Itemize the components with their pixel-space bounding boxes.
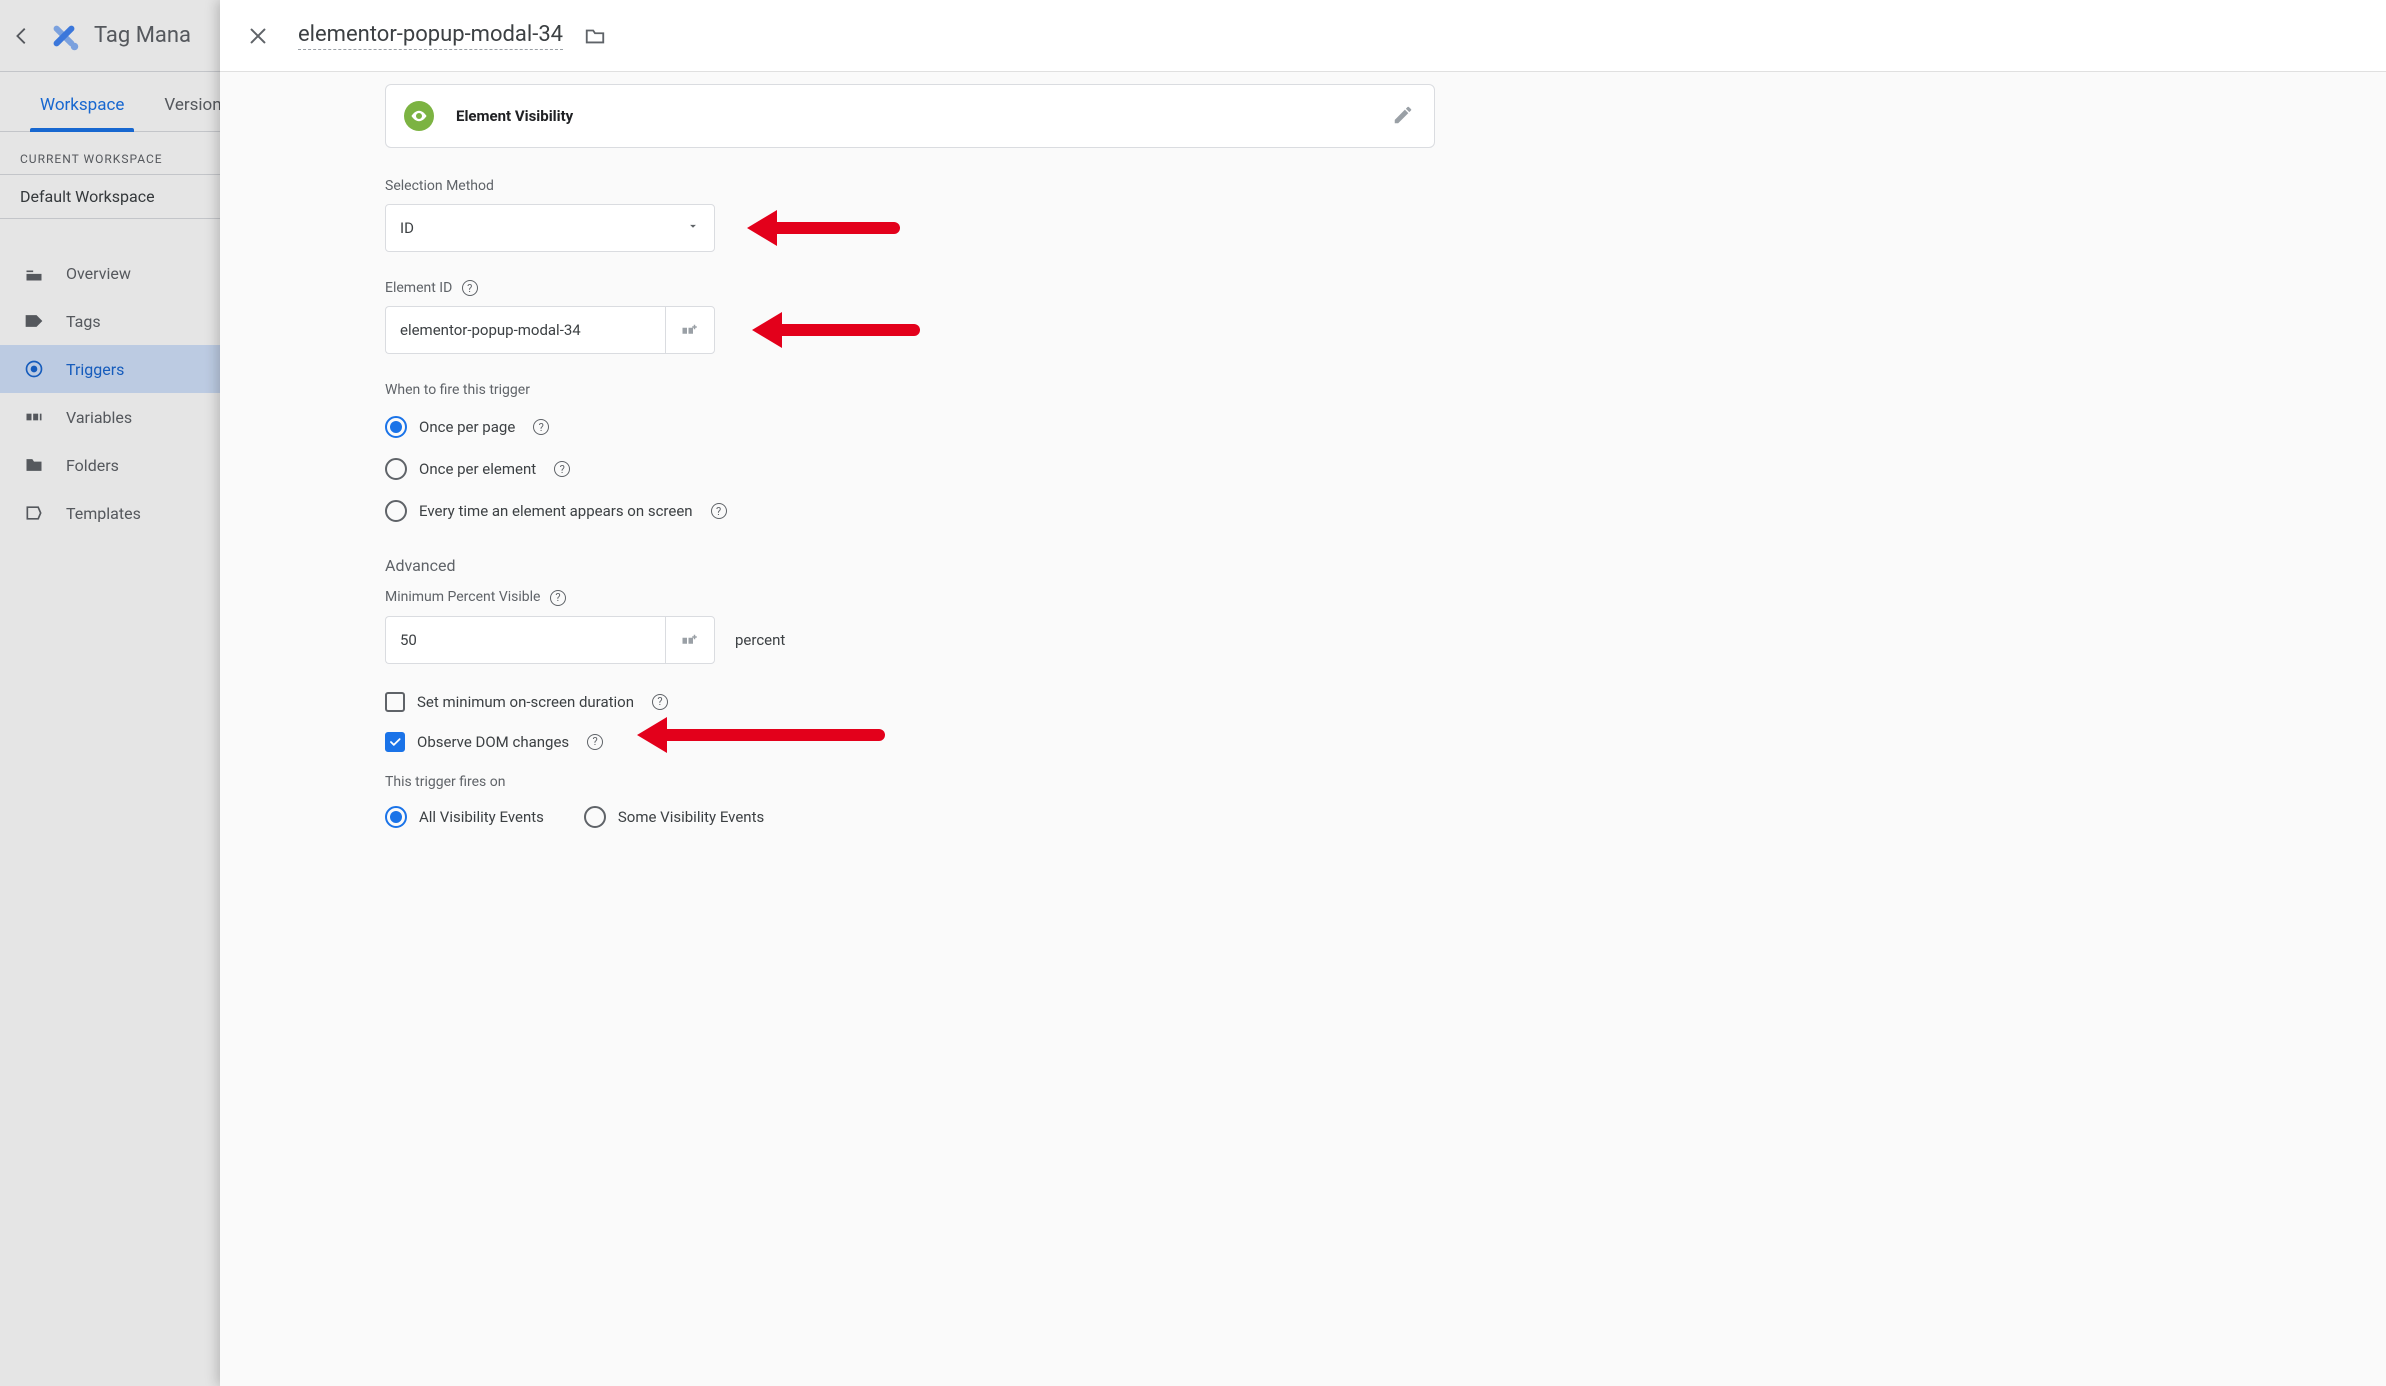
add-variable-button[interactable] bbox=[665, 306, 715, 354]
advanced-heading: Advanced bbox=[385, 556, 1435, 575]
selection-method-select[interactable]: ID bbox=[385, 204, 715, 252]
trigger-type-card: Element Visibility bbox=[385, 84, 1435, 148]
help-icon[interactable]: ? bbox=[550, 590, 566, 606]
checkbox-label: Observe DOM changes bbox=[417, 733, 569, 751]
selection-method-label: Selection Method bbox=[385, 178, 1435, 194]
checkbox-input[interactable] bbox=[385, 692, 405, 712]
trigger-editor-panel: elementor-popup-modal-34 Element Visibil… bbox=[220, 0, 2386, 1386]
radio-all-visibility[interactable]: All Visibility Events bbox=[385, 806, 544, 828]
visibility-icon bbox=[404, 101, 434, 131]
percent-suffix: percent bbox=[735, 631, 785, 649]
chevron-down-icon bbox=[686, 219, 700, 237]
radio-once-per-element[interactable]: Once per element ? bbox=[385, 458, 1435, 480]
radio-input[interactable] bbox=[385, 806, 407, 828]
help-icon[interactable]: ? bbox=[533, 419, 549, 435]
radio-label: Every time an element appears on screen bbox=[419, 502, 693, 520]
trigger-type-name: Element Visibility bbox=[456, 107, 1392, 125]
radio-label: All Visibility Events bbox=[419, 808, 544, 826]
close-button[interactable] bbox=[238, 16, 278, 56]
min-percent-label: Minimum Percent Visible ? bbox=[385, 589, 1435, 605]
help-icon[interactable]: ? bbox=[652, 694, 668, 710]
help-icon[interactable]: ? bbox=[554, 461, 570, 477]
panel-body: Element Visibility Selection Method ID bbox=[220, 72, 2386, 1386]
checkbox-observe-dom[interactable]: Observe DOM changes ? bbox=[385, 732, 1435, 752]
radio-label: Once per page bbox=[419, 418, 515, 436]
element-id-label: Element ID ? bbox=[385, 280, 1435, 296]
panel-header: elementor-popup-modal-34 bbox=[220, 0, 2386, 72]
folder-icon[interactable] bbox=[583, 24, 607, 48]
selection-method-value: ID bbox=[400, 219, 414, 237]
edit-trigger-type-button[interactable] bbox=[1392, 104, 1416, 128]
radio-label: Once per element bbox=[419, 460, 536, 478]
radio-every-time[interactable]: Every time an element appears on screen … bbox=[385, 500, 1435, 522]
radio-some-visibility[interactable]: Some Visibility Events bbox=[584, 806, 764, 828]
radio-once-per-page[interactable]: Once per page ? bbox=[385, 416, 1435, 438]
checkbox-min-duration[interactable]: Set minimum on-screen duration ? bbox=[385, 692, 1435, 712]
add-variable-button[interactable] bbox=[665, 616, 715, 664]
checkbox-label: Set minimum on-screen duration bbox=[417, 693, 634, 711]
when-to-fire-label: When to fire this trigger bbox=[385, 382, 1435, 398]
help-icon[interactable]: ? bbox=[711, 503, 727, 519]
min-percent-input[interactable]: 50 bbox=[385, 616, 665, 664]
radio-label: Some Visibility Events bbox=[618, 808, 764, 826]
element-id-input[interactable]: elementor-popup-modal-34 bbox=[385, 306, 665, 354]
radio-input[interactable] bbox=[385, 458, 407, 480]
help-icon[interactable]: ? bbox=[462, 280, 478, 296]
trigger-name-input[interactable]: elementor-popup-modal-34 bbox=[298, 22, 563, 50]
help-icon[interactable]: ? bbox=[587, 734, 603, 750]
fires-on-label: This trigger fires on bbox=[385, 774, 1435, 790]
radio-input[interactable] bbox=[385, 416, 407, 438]
radio-input[interactable] bbox=[385, 500, 407, 522]
radio-input[interactable] bbox=[584, 806, 606, 828]
checkbox-input[interactable] bbox=[385, 732, 405, 752]
